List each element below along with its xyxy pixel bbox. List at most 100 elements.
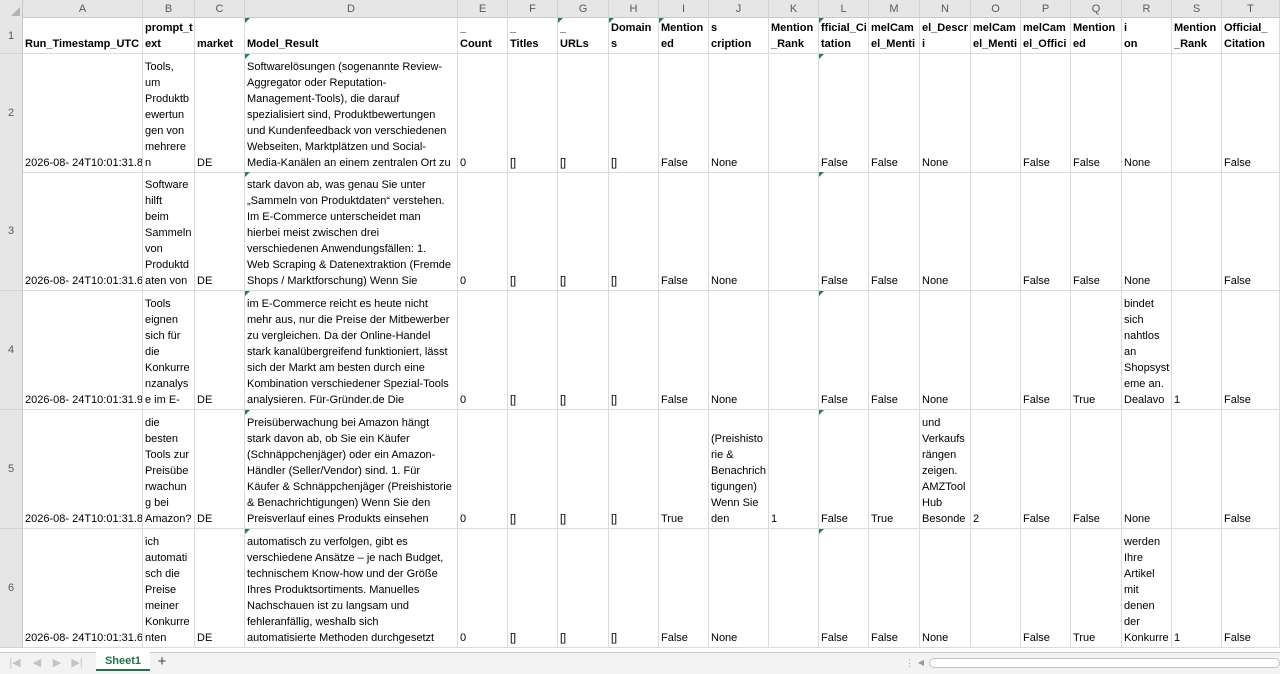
header-cell-mention-ed[interactable]: Mention ed xyxy=(659,18,709,54)
row-header[interactable]: 4 xyxy=(0,291,23,410)
cell-o[interactable] xyxy=(971,291,1021,410)
cell-m[interactable]: False xyxy=(869,291,920,410)
cell-q[interactable]: False xyxy=(1071,172,1122,291)
cell-a[interactable]: 2026-08- 24T10:01:31.860612Z xyxy=(23,410,143,529)
header-cell-citation-titles[interactable]: Citation_ Titles xyxy=(508,18,558,54)
cell-o[interactable]: 2 xyxy=(971,410,1021,529)
row-header[interactable]: 5 xyxy=(0,410,23,529)
cell-t[interactable]: False xyxy=(1222,291,1280,410)
cell-f[interactable]: [] xyxy=(508,172,558,291)
horizontal-scrollbar[interactable]: ⋮ ◀ xyxy=(905,657,1280,669)
cell-r[interactable]: bindet sich nahtlos an Shopsyst eme an. … xyxy=(1122,291,1172,410)
scrollbar-thumb[interactable] xyxy=(929,658,1280,668)
header-cell-melcam-el-offici[interactable]: melCam el_Offici xyxy=(1021,18,1071,54)
column-header-a[interactable]: A xyxy=(23,0,143,18)
cell-g[interactable]: [] xyxy=(558,410,609,529)
column-header-l[interactable]: L xyxy=(819,0,869,18)
cell-g[interactable]: [] xyxy=(558,529,609,648)
column-header-m[interactable]: M xyxy=(869,0,920,18)
cell-q[interactable]: False xyxy=(1071,410,1122,529)
cell-k[interactable] xyxy=(769,529,819,648)
column-header-e[interactable]: E xyxy=(458,0,508,18)
cell-s[interactable]: 1 xyxy=(1172,291,1222,410)
cell-j[interactable]: None xyxy=(709,172,769,291)
cell-r[interactable]: werden Ihre Artikel mit denen der Konkur… xyxy=(1122,529,1172,648)
header-cell-melcam-el-menti[interactable]: melCam el_Menti xyxy=(971,18,1021,54)
column-header-n[interactable]: N xyxy=(920,0,971,18)
cell-o[interactable] xyxy=(971,172,1021,291)
cell-e[interactable]: 0 xyxy=(458,410,508,529)
header-cell-market[interactable]: market xyxy=(195,18,245,54)
cell-s[interactable] xyxy=(1172,410,1222,529)
column-header-o[interactable]: O xyxy=(971,0,1021,18)
cell-g[interactable]: [] xyxy=(558,172,609,291)
cell-k[interactable] xyxy=(769,54,819,173)
cell-t[interactable]: False xyxy=(1222,529,1280,648)
cell-s[interactable] xyxy=(1172,172,1222,291)
select-all-corner[interactable] xyxy=(0,0,23,18)
cell-h[interactable]: [] xyxy=(609,54,659,173)
cell-h[interactable]: [] xyxy=(609,172,659,291)
cell-n[interactable]: None xyxy=(920,54,971,173)
last-sheet-icon[interactable]: ▶| xyxy=(70,656,84,670)
cell-l[interactable]: False xyxy=(819,529,869,648)
cell-l[interactable]: False xyxy=(819,172,869,291)
column-header-r[interactable]: R xyxy=(1122,0,1172,18)
cell-p[interactable]: False xyxy=(1021,54,1071,173)
cell-l[interactable]: False xyxy=(819,291,869,410)
add-sheet-icon[interactable]: + xyxy=(154,654,170,670)
column-header-k[interactable]: K xyxy=(769,0,819,18)
cell-n[interactable]: None xyxy=(920,529,971,648)
column-header-q[interactable]: Q xyxy=(1071,0,1122,18)
cell-q[interactable]: True xyxy=(1071,529,1122,648)
cell-q[interactable]: False xyxy=(1071,54,1122,173)
column-header-g[interactable]: G xyxy=(558,0,609,18)
cell-k[interactable] xyxy=(769,291,819,410)
cell-o[interactable] xyxy=(971,529,1021,648)
column-header-j[interactable]: J xyxy=(709,0,769,18)
cell-c[interactable]: DE xyxy=(195,54,245,173)
cell-f[interactable]: [] xyxy=(508,291,558,410)
sheet-tab-sheet1[interactable]: Sheet1 xyxy=(96,652,150,671)
column-header-h[interactable]: H xyxy=(609,0,659,18)
row-header[interactable]: 3 xyxy=(0,172,23,291)
header-cell-keepa-des-cription[interactable]: Keepa_Des cription xyxy=(709,18,769,54)
cell-m[interactable]: False xyxy=(869,172,920,291)
column-header-f[interactable]: F xyxy=(508,0,558,18)
cell-t[interactable]: False xyxy=(1222,410,1280,529)
column-header-s[interactable]: S xyxy=(1172,0,1222,18)
cell-b[interactable]: Tools eignen sich für die Konkurre nzana… xyxy=(143,291,195,410)
cell-e[interactable]: 0 xyxy=(458,172,508,291)
cell-j[interactable]: (Preishisto rie & Benachrich tigungen) W… xyxy=(709,410,769,529)
cell-j[interactable]: None xyxy=(709,54,769,173)
header-cell-prompt-t-ext[interactable]: prompt_t ext xyxy=(143,18,195,54)
column-header-t[interactable]: T xyxy=(1222,0,1280,18)
cell-m[interactable]: False xyxy=(869,529,920,648)
cell-k[interactable] xyxy=(769,172,819,291)
prev-sheet-icon[interactable]: ◀ xyxy=(30,656,44,670)
header-cell-melcam-el-descri[interactable]: melCam el_Descri xyxy=(920,18,971,54)
cell-p[interactable]: False xyxy=(1021,529,1071,648)
cell-e[interactable]: 0 xyxy=(458,291,508,410)
cell-b[interactable]: die besten Tools zur Preisübe rwachun g … xyxy=(143,410,195,529)
cell-m[interactable]: False xyxy=(869,54,920,173)
header-cell-mention-rank[interactable]: Mention _Rank xyxy=(769,18,819,54)
header-cell-melcam-el-menti[interactable]: melCam el_Menti xyxy=(869,18,920,54)
cell-t[interactable]: False xyxy=(1222,54,1280,173)
cell-d[interactable]: automatisch zu verfolgen, gibt es versch… xyxy=(245,529,458,648)
cell-m[interactable]: True xyxy=(869,410,920,529)
row-header[interactable]: 6 xyxy=(0,529,23,648)
cell-a[interactable]: 2026-08- 24T10:01:31.655226Z xyxy=(23,529,143,648)
first-sheet-icon[interactable]: |◀ xyxy=(8,656,22,670)
row-header[interactable]: 2 xyxy=(0,54,23,173)
scroll-split-icon[interactable]: ⋮ xyxy=(905,657,915,669)
cell-i[interactable]: False xyxy=(659,291,709,410)
cell-c[interactable]: DE xyxy=(195,410,245,529)
cell-t[interactable]: False xyxy=(1222,172,1280,291)
row-header[interactable]: 1 xyxy=(0,18,23,54)
cell-r[interactable]: None xyxy=(1122,172,1172,291)
column-header-d[interactable]: D xyxy=(245,0,458,18)
cell-e[interactable]: 0 xyxy=(458,529,508,648)
cell-p[interactable]: False xyxy=(1021,291,1071,410)
cell-b[interactable]: Tools, um Produktb ewertun gen von mehre… xyxy=(143,54,195,173)
